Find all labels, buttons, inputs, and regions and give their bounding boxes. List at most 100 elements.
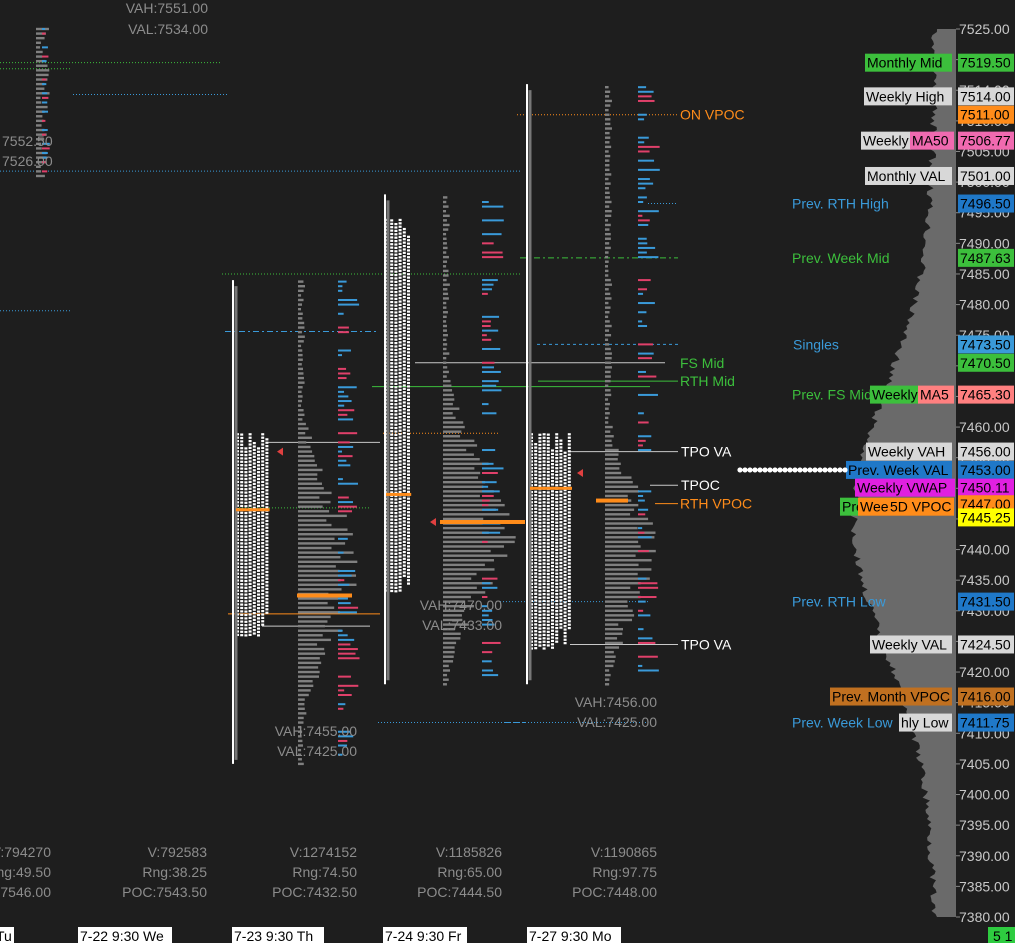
delta-bar (482, 540, 488, 543)
tpo-block (555, 548, 559, 551)
tpo-block (534, 558, 538, 561)
volume-bar (298, 418, 303, 421)
market-profile-chart[interactable]: Monthly MidWeekly HighWeekly MA50Monthly … (0, 0, 1015, 943)
volume-bar (605, 490, 640, 493)
tpo-block (538, 559, 542, 562)
tpo-block (559, 551, 563, 554)
tpo-block (240, 487, 244, 491)
tpo-block (265, 475, 269, 478)
tpo-block (265, 499, 269, 502)
tpo-block (402, 360, 406, 363)
volume-bar (298, 510, 330, 513)
tpo-block (534, 524, 538, 527)
tpo-block (551, 639, 554, 643)
tpo-block (407, 337, 410, 340)
tpo-block (542, 494, 546, 497)
tpo-block (257, 624, 260, 627)
tpo-block (240, 552, 244, 555)
tpo-block (555, 450, 559, 453)
delta-bar (638, 288, 648, 291)
tpo-block (546, 532, 550, 535)
delta-bar (482, 403, 489, 406)
tpo-block (394, 328, 398, 331)
level-tag-label: Monthly Mid (867, 55, 942, 71)
tpo-block (567, 514, 571, 517)
volume-bar (605, 637, 618, 640)
volume-bar (298, 702, 305, 706)
volume-bar (36, 64, 48, 67)
tpo-block (261, 558, 265, 562)
tpo-block (240, 545, 244, 548)
delta-bar (482, 467, 504, 470)
tpo-block (398, 456, 402, 460)
tpo-block (398, 371, 402, 375)
delta-bar (638, 531, 645, 534)
volume-bar (605, 141, 610, 144)
tpo-block (240, 583, 244, 586)
tpo-block (398, 266, 402, 269)
volume-bar (605, 453, 619, 456)
tpo-block (538, 511, 542, 515)
tpo-block (398, 501, 402, 504)
delta-bar (482, 361, 495, 364)
volume-bar (605, 136, 611, 139)
tpo-block (534, 575, 538, 578)
volume-bar (605, 494, 628, 498)
level-tag-label: MA50 (912, 133, 949, 149)
tpo-block (563, 468, 567, 471)
tpo-block (546, 572, 550, 576)
tpo-block (546, 545, 550, 548)
tpo-block (261, 609, 265, 613)
tpo-block (538, 471, 542, 474)
tpo-block (398, 541, 402, 545)
tpo-block (265, 523, 269, 526)
delta-bar (482, 384, 497, 387)
tpo-block (407, 422, 410, 425)
tpo-block (252, 632, 256, 635)
tpo-block (248, 470, 252, 473)
volume-bar (443, 536, 516, 539)
tpo-block (394, 372, 398, 375)
tpo-block (542, 490, 546, 494)
tpo-block (551, 605, 554, 609)
tpo-block (390, 351, 394, 355)
tpo-block (551, 646, 554, 649)
delta-bar (482, 641, 501, 644)
tpo-block (398, 344, 402, 347)
price-axis[interactable]: 7525.007520.007514.007510.007505.007500.… (956, 0, 1015, 943)
volume-bar (298, 473, 318, 476)
tpo-block (567, 490, 571, 494)
volume-bar (298, 353, 303, 357)
tpo-block (265, 591, 269, 594)
volume-bar (605, 375, 611, 378)
tpo-block (398, 378, 402, 381)
tpo-block (407, 354, 410, 357)
volume-bar (298, 661, 322, 665)
volume-bar (605, 361, 611, 364)
tpo-block (551, 643, 554, 646)
tpo-block (559, 616, 563, 619)
delta-bar (638, 302, 655, 305)
time-axis[interactable]: Tu7-22 9:30 We7-23 9:30 Th7-24 9:30 Fr7-… (0, 925, 1015, 943)
tpo-block (398, 575, 402, 579)
volume-bar (36, 36, 45, 40)
delta-bar (42, 110, 49, 113)
tpo-block (261, 433, 265, 436)
reference-label: TPO VA (681, 636, 732, 652)
tpo-block (257, 573, 260, 576)
tpo-block (390, 338, 394, 341)
delta-bar (42, 32, 46, 35)
tpo-block (394, 450, 398, 454)
tpo-block (248, 620, 252, 623)
tpo-block (563, 638, 567, 641)
reference-label: ON VPOC (680, 107, 745, 123)
tpo-block (563, 461, 567, 465)
tpo-block (398, 548, 402, 551)
volume-bar (605, 421, 609, 424)
tpo-block (265, 574, 269, 577)
tpo-block (252, 557, 256, 560)
tpo-block (555, 484, 559, 487)
tpo-block (252, 520, 256, 523)
tpo-block (398, 320, 402, 324)
tpo-block (252, 588, 256, 591)
